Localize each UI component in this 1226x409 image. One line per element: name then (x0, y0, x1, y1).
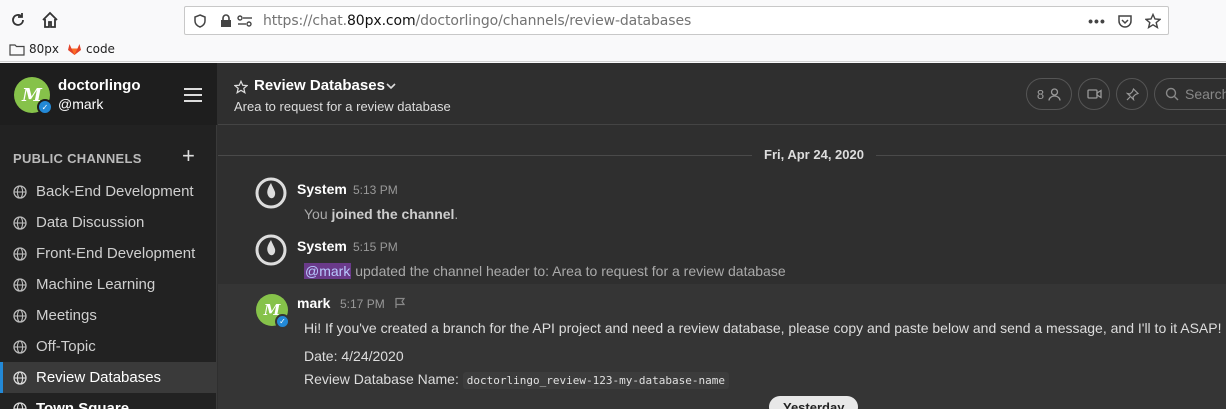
reload-icon[interactable] (6, 8, 30, 32)
permissions-icon[interactable] (237, 13, 253, 29)
bookmark-80px[interactable]: 80px (9, 42, 59, 56)
sidebar-item-label: Meetings (36, 307, 97, 324)
globe-icon (13, 370, 27, 385)
post-text: . (454, 206, 459, 222)
username: @mark (58, 96, 104, 112)
url-prefix: https://chat. (263, 13, 347, 29)
globe-icon (13, 246, 27, 261)
post-message: Hi! If you've created a branch for the A… (304, 320, 1222, 336)
chevron-down-icon[interactable] (386, 83, 396, 90)
post-text: You (304, 206, 332, 222)
search-input[interactable]: Search (1154, 78, 1226, 110)
post-time[interactable]: 5:15 PM (353, 240, 398, 254)
db-label: Review Database Name: (304, 371, 463, 387)
gitlab-icon (68, 44, 81, 55)
url-bar[interactable]: https://chat.80px.com/doctorlingo/channe… (184, 6, 1169, 35)
sidebar-item-label: Machine Learning (36, 276, 156, 293)
post-db-line: Review Database Name: doctorlingo_review… (304, 371, 730, 389)
post-date-line: Date: 4/24/2020 (304, 348, 404, 364)
home-icon[interactable] (38, 8, 62, 32)
post-list: Fri, Apr 24, 2020 System 5:13 PM You joi… (218, 126, 1226, 409)
sidebar-item-label: Town Square (36, 400, 130, 409)
date-separator-line (218, 155, 1226, 156)
search-icon (1165, 87, 1179, 101)
post-author[interactable]: System (297, 181, 347, 197)
pin-icon (1125, 87, 1139, 101)
next-date-separator: Yesterday (769, 396, 859, 409)
mattermost-app: M ✓ doctorlingo @mark PUBLIC CHANNELS + … (0, 63, 1226, 409)
browser-toolbar: https://chat.80px.com/doctorlingo/channe… (0, 0, 1226, 40)
team-name: doctorlingo (58, 77, 141, 94)
db-code: doctorlingo_review-123-my-database-name (462, 372, 730, 389)
folder-icon (9, 43, 25, 56)
sidebar-item-label: Front-End Development (36, 245, 196, 262)
post-message: @mark updated the channel header to: Are… (304, 263, 786, 279)
post-author[interactable]: System (297, 238, 347, 254)
globe-icon (13, 401, 27, 409)
member-icon (1048, 87, 1061, 101)
post-time[interactable]: 5:13 PM (353, 183, 398, 197)
verified-badge-icon: ✓ (275, 314, 290, 329)
user-mention[interactable]: @mark (304, 263, 352, 279)
sidebar-item-back-end-development[interactable]: Back-End Development (0, 176, 217, 207)
post-text-bold: joined the channel (331, 206, 455, 222)
sidebar-item-label: Data Discussion (36, 214, 145, 231)
globe-icon (13, 339, 27, 354)
globe-icon (13, 277, 27, 292)
flag-icon[interactable] (394, 297, 406, 309)
lock-icon[interactable] (218, 13, 234, 29)
favorite-star-icon[interactable] (234, 80, 248, 94)
bookmark-label: 80px (29, 42, 59, 56)
member-count: 8 (1036, 86, 1045, 102)
system-logo-icon (255, 234, 287, 266)
video-call-button[interactable] (1078, 78, 1110, 110)
channel-header: Review Databases Area to request for a r… (218, 63, 1226, 125)
post-time[interactable]: 5:17 PM (340, 297, 385, 311)
pinned-messages-button[interactable] (1116, 78, 1148, 110)
channel-title[interactable]: Review Databases (254, 77, 385, 94)
bookmark-star-icon[interactable] (1145, 13, 1161, 29)
globe-icon (13, 215, 27, 230)
url-path: /doctorlingo/channels/review-databases (415, 13, 692, 29)
bookmark-label: code (86, 42, 115, 56)
sidebar-item-label: Back-End Development (36, 183, 194, 200)
sidebar-item-machine-learning[interactable]: Machine Learning (0, 269, 217, 300)
sidebar-item-review-databases[interactable]: Review Databases (0, 362, 217, 393)
section-title-public-channels: PUBLIC CHANNELS (13, 151, 142, 166)
more-actions-icon[interactable]: ••• (1088, 13, 1105, 29)
bookmark-code[interactable]: code (67, 42, 115, 56)
add-channel-icon[interactable]: + (182, 145, 195, 167)
sidebar-item-label: Off-Topic (36, 338, 96, 355)
sidebar-item-meetings[interactable]: Meetings (0, 300, 217, 331)
post-text: updated the channel header to: Area to r… (351, 263, 786, 279)
system-logo-icon (255, 177, 287, 209)
globe-icon (13, 308, 27, 323)
sidebar-item-off-topic[interactable]: Off-Topic (0, 331, 217, 362)
sidebar-item-front-end-development[interactable]: Front-End Development (0, 238, 217, 269)
sidebar-item-label: Review Databases (36, 369, 162, 386)
bookmarks-bar: 80px code (0, 40, 1226, 62)
shield-icon[interactable] (192, 13, 208, 29)
sidebar-item-data-discussion[interactable]: Data Discussion (0, 207, 217, 238)
url-text[interactable]: https://chat.80px.com/doctorlingo/channe… (263, 13, 691, 29)
member-count-button[interactable]: 8 (1026, 78, 1072, 110)
verified-badge-icon: ✓ (37, 99, 53, 115)
date-separator: Fri, Apr 24, 2020 (752, 147, 876, 162)
url-host: 80px.com (346, 13, 416, 29)
sidebar: M ✓ doctorlingo @mark PUBLIC CHANNELS + … (0, 63, 217, 409)
sidebar-item-town-square[interactable]: Town Square (0, 393, 217, 409)
post-message: You joined the channel. (304, 206, 458, 222)
team-header[interactable]: M ✓ doctorlingo @mark (0, 63, 217, 125)
post-author[interactable]: mark (297, 295, 330, 311)
globe-icon (13, 184, 27, 199)
channel-purpose: Area to request for a review database (234, 99, 451, 114)
video-icon (1086, 89, 1102, 99)
hamburger-menu-icon[interactable] (184, 88, 202, 102)
search-placeholder: Search (1185, 86, 1226, 102)
pocket-icon[interactable] (1117, 13, 1133, 29)
